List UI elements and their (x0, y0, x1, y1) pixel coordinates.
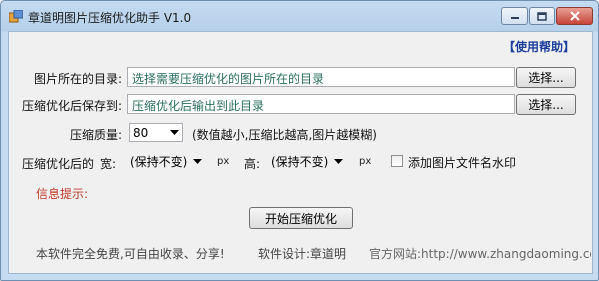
width-unit: px (217, 156, 230, 167)
footer-free-text: 本软件完全免费,可自由收录、分享! (36, 247, 225, 261)
close-button[interactable] (556, 7, 593, 25)
footer-website-link[interactable]: 官方网站:http://www.zhangdaoming.com (369, 245, 591, 262)
footer-designer: 软件设计:章道明 (258, 247, 347, 261)
chevron-down-icon (334, 158, 344, 164)
close-icon (569, 11, 580, 21)
height-value: (保持不变) (271, 155, 329, 169)
app-icon (9, 10, 23, 23)
quality-select[interactable]: 80 (129, 123, 183, 142)
width-value: (保持不变) (130, 155, 188, 169)
chevron-down-icon (193, 158, 203, 164)
watermark-checkbox[interactable] (391, 155, 403, 167)
output-browse-button[interactable]: 选择... (516, 94, 576, 115)
output-dir-field[interactable]: 压缩优化后输出到此目录 (127, 94, 515, 114)
app-window: 章道明图片压缩优化助手 V1.0 【使用帮助】 图片所在的目录: 选择需要压缩优… (0, 0, 599, 281)
source-browse-button[interactable]: 选择... (516, 67, 576, 88)
output-dir-label: 压缩优化后保存到: (22, 99, 123, 113)
quality-value: 80 (133, 125, 149, 140)
maximize-button[interactable] (529, 7, 555, 25)
minimize-icon (510, 17, 519, 19)
maximize-icon (537, 11, 547, 21)
watermark-label[interactable]: 添加图片文件名水印 (408, 154, 516, 171)
help-link[interactable]: 【使用帮助】 (503, 38, 575, 55)
width-label: 宽: (100, 157, 117, 171)
minimize-button[interactable] (501, 7, 528, 25)
chevron-down-icon (170, 129, 179, 135)
title-bar[interactable]: 章道明图片压缩优化助手 V1.0 (1, 1, 598, 31)
width-select[interactable]: (保持不变) (130, 153, 203, 170)
start-compress-button[interactable]: 开始压缩优化 (249, 207, 353, 229)
height-unit: px (359, 156, 372, 167)
window-title: 章道明图片压缩优化助手 V1.0 (28, 11, 192, 25)
height-label: 高: (244, 157, 261, 171)
size-label: 压缩优化后的 (22, 157, 95, 171)
source-dir-label: 图片所在的目录: (34, 72, 123, 86)
info-label: 信息提示: (36, 187, 89, 201)
form-panel: 【使用帮助】 图片所在的目录: 选择需要压缩优化的图片所在的目录 选择... 压… (8, 31, 593, 274)
source-dir-field[interactable]: 选择需要压缩优化的图片所在的目录 (127, 67, 515, 87)
height-select[interactable]: (保持不变) (271, 153, 344, 170)
quality-hint: (数值越小,压缩比越高,图片越模糊) (192, 128, 377, 142)
quality-label: 压缩质量: (70, 128, 123, 142)
